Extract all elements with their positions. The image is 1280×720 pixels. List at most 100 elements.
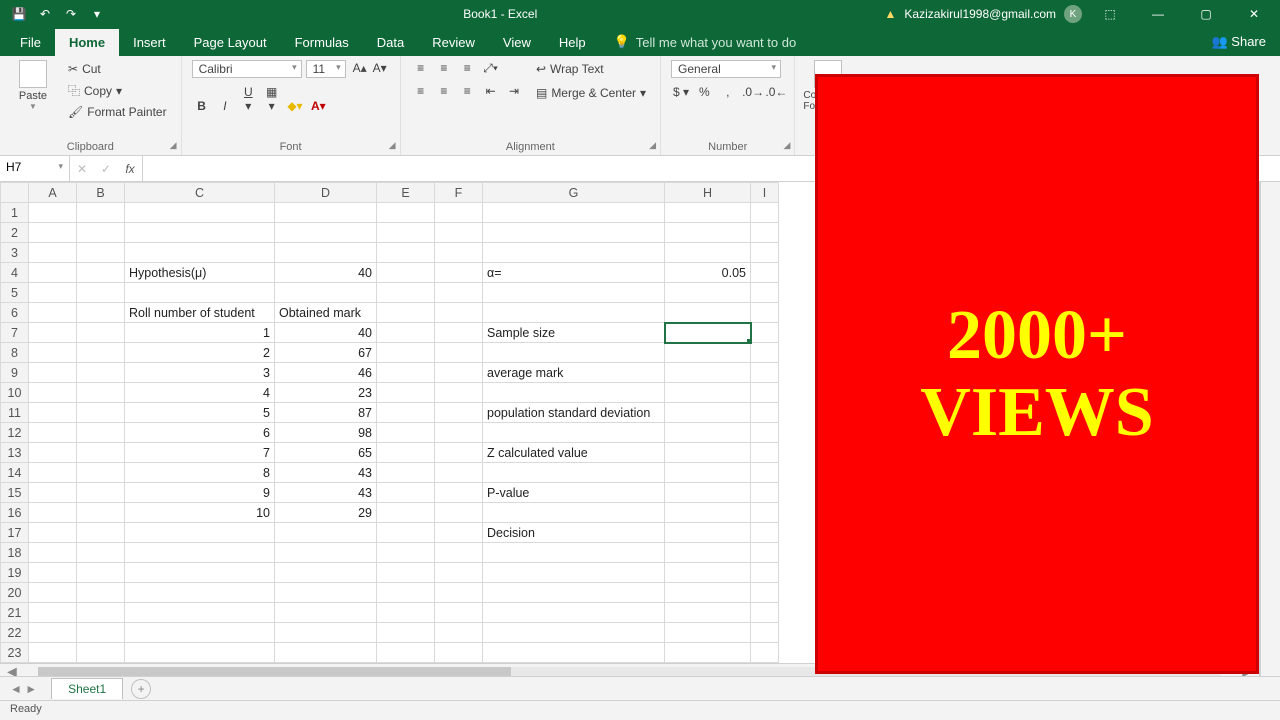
cell-F21[interactable] bbox=[435, 603, 483, 623]
cell-I9[interactable] bbox=[751, 363, 779, 383]
cell-G18[interactable] bbox=[483, 543, 665, 563]
cell-H2[interactable] bbox=[665, 223, 751, 243]
cell-G23[interactable] bbox=[483, 643, 665, 663]
paste-button[interactable]: Paste ▼ bbox=[10, 60, 56, 111]
cell-B10[interactable] bbox=[77, 383, 125, 403]
cell-I5[interactable] bbox=[751, 283, 779, 303]
cell-D12[interactable]: 98 bbox=[275, 423, 377, 443]
undo-icon[interactable]: ↶ bbox=[34, 7, 56, 21]
row-header[interactable]: 6 bbox=[1, 303, 29, 323]
cell-F20[interactable] bbox=[435, 583, 483, 603]
copy-button[interactable]: ⿻Copy ▾ bbox=[64, 80, 171, 101]
comma-icon[interactable]: , bbox=[718, 84, 738, 100]
qat-customize-icon[interactable]: ▾ bbox=[86, 7, 108, 21]
row-header[interactable]: 17 bbox=[1, 523, 29, 543]
cell-B23[interactable] bbox=[77, 643, 125, 663]
align-right-icon[interactable]: ≡ bbox=[457, 83, 477, 99]
save-icon[interactable]: 💾 bbox=[8, 7, 30, 21]
cell-I3[interactable] bbox=[751, 243, 779, 263]
cell-I13[interactable] bbox=[751, 443, 779, 463]
cell-F15[interactable] bbox=[435, 483, 483, 503]
cell-D7[interactable]: 40 bbox=[275, 323, 377, 343]
increase-decimal-icon[interactable]: .0→ bbox=[741, 84, 761, 100]
orientation-icon[interactable]: ⤢▾ bbox=[481, 60, 501, 77]
cell-H8[interactable] bbox=[665, 343, 751, 363]
cell-D13[interactable]: 65 bbox=[275, 443, 377, 463]
font-color-button[interactable]: A▾ bbox=[308, 98, 328, 114]
cell-F13[interactable] bbox=[435, 443, 483, 463]
border-button[interactable]: ▦ ▾ bbox=[262, 84, 282, 114]
decrease-font-icon[interactable]: A▾ bbox=[370, 60, 390, 76]
tab-view[interactable]: View bbox=[489, 29, 545, 56]
cell-H14[interactable] bbox=[665, 463, 751, 483]
cell-E4[interactable] bbox=[377, 263, 435, 283]
cell-F14[interactable] bbox=[435, 463, 483, 483]
col-header-F[interactable]: F bbox=[435, 183, 483, 203]
cell-D19[interactable] bbox=[275, 563, 377, 583]
cell-G6[interactable] bbox=[483, 303, 665, 323]
cell-C11[interactable]: 5 bbox=[125, 403, 275, 423]
cell-H7[interactable] bbox=[665, 323, 751, 343]
cell-A22[interactable] bbox=[29, 623, 77, 643]
cell-H23[interactable] bbox=[665, 643, 751, 663]
row-header[interactable]: 18 bbox=[1, 543, 29, 563]
cell-A8[interactable] bbox=[29, 343, 77, 363]
cell-C9[interactable]: 3 bbox=[125, 363, 275, 383]
cell-I18[interactable] bbox=[751, 543, 779, 563]
cell-C13[interactable]: 7 bbox=[125, 443, 275, 463]
cell-H15[interactable] bbox=[665, 483, 751, 503]
cell-A20[interactable] bbox=[29, 583, 77, 603]
cell-G16[interactable] bbox=[483, 503, 665, 523]
redo-icon[interactable]: ↷ bbox=[60, 7, 82, 21]
cell-E1[interactable] bbox=[377, 203, 435, 223]
tab-file[interactable]: File bbox=[6, 29, 55, 56]
cell-E5[interactable] bbox=[377, 283, 435, 303]
cell-F17[interactable] bbox=[435, 523, 483, 543]
cell-A17[interactable] bbox=[29, 523, 77, 543]
cell-B11[interactable] bbox=[77, 403, 125, 423]
decrease-decimal-icon[interactable]: .0← bbox=[764, 84, 784, 100]
cell-F2[interactable] bbox=[435, 223, 483, 243]
cell-A23[interactable] bbox=[29, 643, 77, 663]
cell-F12[interactable] bbox=[435, 423, 483, 443]
cell-F23[interactable] bbox=[435, 643, 483, 663]
cell-B14[interactable] bbox=[77, 463, 125, 483]
cell-B15[interactable] bbox=[77, 483, 125, 503]
cell-G20[interactable] bbox=[483, 583, 665, 603]
percent-icon[interactable]: % bbox=[694, 84, 714, 100]
dialog-launcher-icon[interactable]: ◢ bbox=[389, 140, 396, 151]
underline-button[interactable]: U ▾ bbox=[238, 84, 258, 114]
cell-E23[interactable] bbox=[377, 643, 435, 663]
row-header[interactable]: 22 bbox=[1, 623, 29, 643]
cell-C22[interactable] bbox=[125, 623, 275, 643]
cell-H6[interactable] bbox=[665, 303, 751, 323]
cell-A2[interactable] bbox=[29, 223, 77, 243]
cell-A14[interactable] bbox=[29, 463, 77, 483]
cell-H13[interactable] bbox=[665, 443, 751, 463]
cancel-formula-icon[interactable]: ✕ bbox=[70, 162, 94, 176]
align-left-icon[interactable]: ≡ bbox=[411, 83, 431, 99]
cell-B9[interactable] bbox=[77, 363, 125, 383]
col-header-D[interactable]: D bbox=[275, 183, 377, 203]
cell-E3[interactable] bbox=[377, 243, 435, 263]
cell-A11[interactable] bbox=[29, 403, 77, 423]
cell-C5[interactable] bbox=[125, 283, 275, 303]
cell-B13[interactable] bbox=[77, 443, 125, 463]
cell-G9[interactable]: average mark bbox=[483, 363, 665, 383]
decrease-indent-icon[interactable]: ⇤ bbox=[481, 83, 501, 99]
cell-D2[interactable] bbox=[275, 223, 377, 243]
tab-help[interactable]: Help bbox=[545, 29, 600, 56]
cell-I16[interactable] bbox=[751, 503, 779, 523]
row-header[interactable]: 3 bbox=[1, 243, 29, 263]
align-top-icon[interactable]: ≡ bbox=[411, 60, 431, 76]
italic-button[interactable]: I bbox=[215, 98, 235, 114]
cell-G5[interactable] bbox=[483, 283, 665, 303]
tab-insert[interactable]: Insert bbox=[119, 29, 180, 56]
cell-B5[interactable] bbox=[77, 283, 125, 303]
cell-D8[interactable]: 67 bbox=[275, 343, 377, 363]
col-header-G[interactable]: G bbox=[483, 183, 665, 203]
avatar[interactable]: K bbox=[1064, 5, 1082, 23]
cell-F11[interactable] bbox=[435, 403, 483, 423]
cell-H1[interactable] bbox=[665, 203, 751, 223]
cell-B3[interactable] bbox=[77, 243, 125, 263]
